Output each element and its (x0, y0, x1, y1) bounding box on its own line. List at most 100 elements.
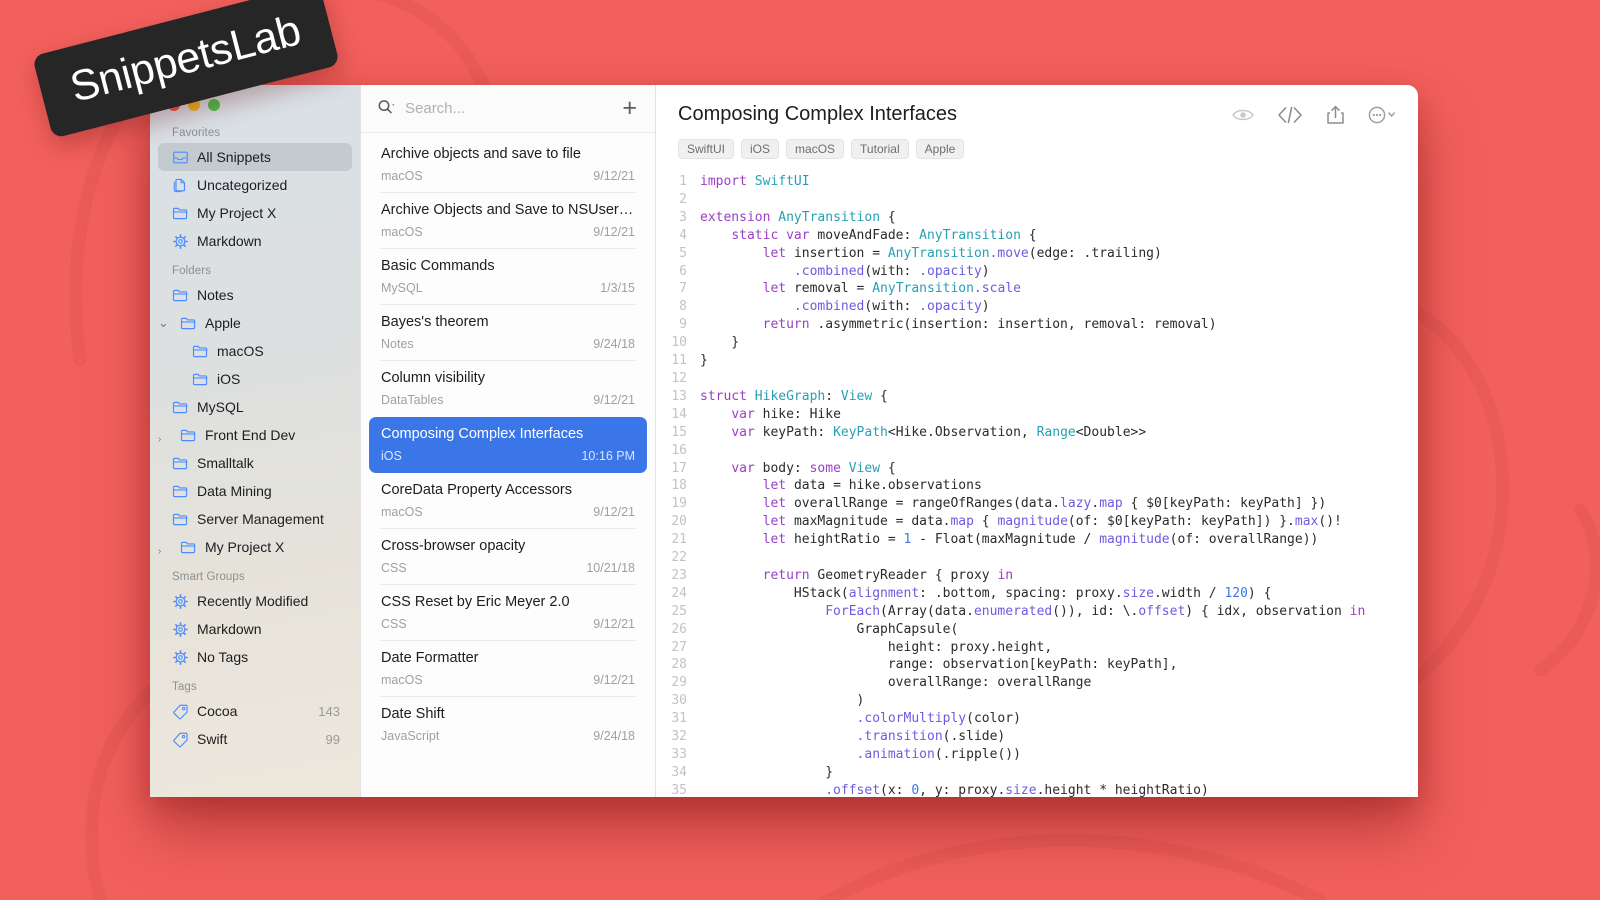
zoom-button[interactable] (208, 99, 220, 111)
sidebar-item-ios[interactable]: iOS (158, 365, 352, 393)
code-text[interactable]: } (700, 334, 1418, 352)
sidebar-item-notes[interactable]: Notes (158, 281, 352, 309)
snippet-item-date: 9/12/21 (593, 617, 635, 631)
code-text[interactable]: .offset(x: 0, y: proxy.size.height * hei… (700, 782, 1418, 797)
code-text[interactable]: .colorMultiply(color) (700, 710, 1418, 728)
sidebar-item-data-mining[interactable]: Data Mining (158, 477, 352, 505)
sidebar-item-macos[interactable]: macOS (158, 337, 352, 365)
tag-chip[interactable]: SwiftUI (678, 139, 735, 159)
line-number: 20 (671, 514, 687, 530)
share-icon[interactable] (1326, 105, 1345, 125)
code-line: 20 let maxMagnitude = data.map { magnitu… (656, 513, 1418, 531)
sidebar-item-uncategorized[interactable]: Uncategorized (158, 171, 352, 199)
sidebar-item-all-snippets[interactable]: All Snippets (158, 143, 352, 171)
sidebar-section-header: Smart Groups (172, 571, 245, 583)
sidebar-item-apple[interactable]: ⌄ Apple (158, 309, 352, 337)
sidebar-item-swift[interactable]: Swift 99 (158, 725, 352, 753)
code-text[interactable]: let data = hike.observations (700, 477, 1418, 495)
code-text[interactable]: let insertion = AnyTransition.move(edge:… (700, 245, 1418, 263)
sidebar-item-no-tags[interactable]: No Tags (158, 643, 352, 671)
sidebar-section-header: Favorites (172, 127, 221, 139)
sidebar-item-label: Data Mining (197, 483, 272, 499)
code-text[interactable]: var keyPath: KeyPath<Hike.Observation, R… (700, 424, 1418, 442)
chevron-right-icon[interactable]: › (158, 547, 168, 557)
list-item[interactable]: Column visibility DataTables 9/12/21 (369, 360, 647, 417)
code-line: 17 var body: some View { (656, 460, 1418, 478)
tag-chip[interactable]: Apple (915, 139, 965, 159)
sidebar-item-my-project-x[interactable]: › My Project X (158, 533, 352, 561)
list-item[interactable]: Date Shift JavaScript 9/24/18 (369, 696, 647, 753)
search-input[interactable] (405, 100, 612, 117)
code-text[interactable] (700, 191, 1418, 209)
preview-icon[interactable] (1232, 107, 1254, 123)
chevron-right-icon[interactable]: › (158, 435, 168, 445)
code-text[interactable]: let removal = AnyTransition.scale (700, 280, 1418, 298)
list-item[interactable]: Basic Commands MySQL 1/3/15 (369, 248, 647, 305)
code-text[interactable]: range: observation[keyPath: keyPath], (700, 656, 1418, 674)
sidebar-item-my-project-x[interactable]: My Project X (158, 199, 352, 227)
code-text[interactable]: overallRange: overallRange (700, 674, 1418, 692)
sidebar-item-cocoa[interactable]: Cocoa 143 (158, 697, 352, 725)
code-text[interactable]: ) (700, 692, 1418, 710)
list-item[interactable]: Cross-browser opacity CSS 10/21/18 (369, 528, 647, 585)
app-window: Favorites All Snippets Uncategorized My Pro… (150, 85, 1418, 797)
chevron-down-icon[interactable]: ⌄ (158, 316, 169, 329)
code-text[interactable]: .transition(.slide) (700, 728, 1418, 746)
code-text[interactable] (700, 442, 1418, 460)
add-snippet-button[interactable]: + (620, 96, 639, 121)
code-text[interactable]: .animation(.ripple()) (700, 746, 1418, 764)
editor-pane: Composing Complex Interfaces SwiftUI iOS… (656, 85, 1418, 797)
code-text[interactable]: .combined(with: .opacity) (700, 263, 1418, 281)
sidebar-item-recently-modified[interactable]: Recently Modified (158, 587, 352, 615)
gear-icon (173, 593, 188, 609)
sidebar-item-markdown[interactable]: Markdown (158, 227, 352, 255)
list-item[interactable]: CSS Reset by Eric Meyer 2.0 CSS 9/12/21 (369, 584, 647, 641)
tag-chip[interactable]: macOS (786, 139, 845, 159)
code-text[interactable]: } (700, 764, 1418, 782)
code-text[interactable]: struct HikeGraph: View { (700, 388, 1418, 406)
sidebar-item-front-end-dev[interactable]: › Front End Dev (158, 421, 352, 449)
snippet-item-language: DataTables (381, 393, 444, 407)
code-text[interactable] (700, 370, 1418, 388)
code-text[interactable]: import SwiftUI (700, 173, 1418, 191)
code-icon[interactable] (1277, 106, 1303, 124)
code-text[interactable]: extension AnyTransition { (700, 209, 1418, 227)
code-editor[interactable]: 1 import SwiftUI 2 3 extension AnyTransition… (656, 173, 1418, 797)
code-text[interactable]: ForEach(Array(data.enumerated()), id: \.… (700, 603, 1418, 621)
list-item[interactable]: Date Formatter macOS 9/12/21 (369, 640, 647, 697)
code-text[interactable]: static var moveAndFade: AnyTransition { (700, 227, 1418, 245)
sidebar-item-mysql[interactable]: MySQL (158, 393, 352, 421)
code-text[interactable]: let overallRange = rangeOfRanges(data.la… (700, 495, 1418, 513)
tag-chip[interactable]: Tutorial (851, 139, 909, 159)
code-text[interactable]: .combined(with: .opacity) (700, 298, 1418, 316)
snippet-item-language: macOS (381, 169, 423, 183)
tag-chip[interactable]: iOS (741, 139, 780, 159)
snippet-title[interactable]: Composing Complex Interfaces (678, 103, 1232, 126)
list-item[interactable]: Archive Objects and Save to NSUserD... ma… (369, 192, 647, 249)
code-text[interactable]: HStack(alignment: .bottom, spacing: prox… (700, 585, 1418, 603)
search-icon[interactable] (377, 99, 396, 119)
tag-icon (173, 732, 188, 747)
list-item[interactable]: Archive objects and save to file macOS 9/1… (369, 137, 647, 193)
sidebar-item-smalltalk[interactable]: Smalltalk (158, 449, 352, 477)
code-text[interactable]: return .asymmetric(insertion: insertion,… (700, 316, 1418, 334)
code-line: 13 struct HikeGraph: View { (656, 388, 1418, 406)
sidebar-item-label: Cocoa (197, 703, 238, 719)
code-text[interactable]: let maxMagnitude = data.map { magnitude(… (700, 513, 1418, 531)
code-text[interactable]: return GeometryReader { proxy in (700, 567, 1418, 585)
snippet-list[interactable]: Archive objects and save to file macOS 9/1… (361, 133, 655, 797)
list-item[interactable]: Composing Complex Interfaces iOS 10:16 PM (369, 417, 647, 473)
code-text[interactable]: let heightRatio = 1 - Float(maxMagnitude… (700, 531, 1418, 549)
more-icon[interactable] (1368, 106, 1396, 124)
list-item[interactable]: Bayes's theorem Notes 9/24/18 (369, 304, 647, 361)
code-text[interactable]: GraphCapsule( (700, 621, 1418, 639)
code-text[interactable]: height: proxy.height, (700, 639, 1418, 657)
code-text[interactable]: var body: some View { (700, 460, 1418, 478)
code-text[interactable]: var hike: Hike (700, 406, 1418, 424)
list-item[interactable]: CoreData Property Accessors macOS 9/12/21 (369, 473, 647, 529)
snippet-item-language: macOS (381, 673, 423, 687)
sidebar-item-server-management[interactable]: Server Management (158, 505, 352, 533)
code-text[interactable] (700, 549, 1418, 567)
code-text[interactable]: } (700, 352, 1418, 370)
sidebar-item-markdown[interactable]: Markdown (158, 615, 352, 643)
